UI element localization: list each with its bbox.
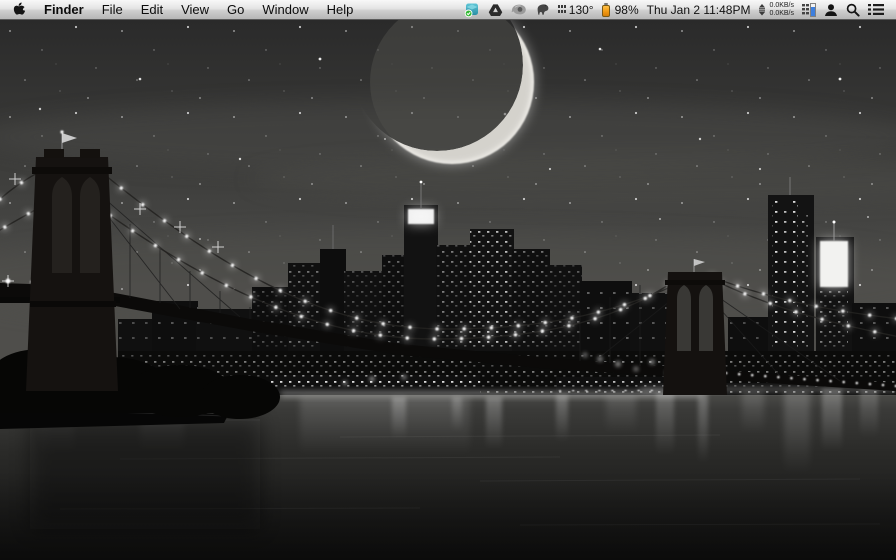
shell-menu-extra[interactable]: [507, 0, 531, 19]
temperature-label: 130°: [569, 3, 594, 17]
clock-label: Thu Jan 2 11:48PM: [647, 3, 751, 17]
menu-finder[interactable]: Finder: [35, 0, 93, 19]
clock-menu-extra[interactable]: Thu Jan 2 11:48PM: [643, 0, 755, 19]
menu-window[interactable]: Window: [253, 0, 317, 19]
menu-view-label: View: [181, 2, 209, 17]
user-icon: [824, 3, 838, 17]
mini-stacked-text-icon: [558, 4, 566, 16]
menu-file[interactable]: File: [93, 0, 132, 19]
spotlight-menu-extra[interactable]: [842, 0, 864, 19]
user-switch-menu-extra[interactable]: [820, 0, 842, 19]
weather-menu-extra[interactable]: 130°: [554, 0, 598, 19]
disk-gauge-menu-extra[interactable]: [798, 0, 820, 19]
battery-icon: [602, 3, 611, 17]
menu-go[interactable]: Go: [218, 0, 253, 19]
notification-center-menu-extra[interactable]: [864, 0, 888, 19]
elephant-icon: [535, 3, 550, 16]
menu-edit-label: Edit: [141, 2, 163, 17]
menu-bar-status: 130° 98% Thu Jan 2 11:48PM 0.0KB/s 0.0KB…: [460, 0, 896, 19]
sync-box-icon: [464, 2, 480, 18]
menu-help[interactable]: Help: [318, 0, 363, 19]
menu-help-label: Help: [327, 2, 354, 17]
drive-menu-extra[interactable]: [484, 0, 507, 19]
menu-view[interactable]: View: [172, 0, 218, 19]
menu-bar: Finder File Edit View Go Window Help: [0, 0, 896, 20]
menu-bar-left: Finder File Edit View Go Window Help: [0, 0, 362, 19]
battery-percent-label: 98%: [615, 3, 639, 17]
network-up-label: 0.0KB/s: [769, 2, 794, 10]
network-menu-extra[interactable]: 0.0KB/s 0.0KB/s: [754, 0, 798, 19]
sync-menu-extra[interactable]: [460, 0, 484, 19]
menu-finder-label: Finder: [44, 2, 84, 17]
search-icon: [846, 3, 860, 17]
apple-icon: [12, 2, 25, 17]
menu-file-label: File: [102, 2, 123, 17]
desktop[interactable]: [0, 19, 896, 560]
google-drive-icon: [488, 3, 503, 17]
menu-window-label: Window: [262, 2, 308, 17]
disk-label-icon: [802, 3, 809, 17]
apple-menu[interactable]: [0, 0, 35, 19]
list-icon: [868, 3, 884, 16]
battery-menu-extra[interactable]: 98%: [598, 0, 643, 19]
disk-usage-bar: [810, 3, 816, 17]
network-updown-icon: [758, 4, 766, 16]
shell-icon: [511, 3, 527, 16]
menu-go-label: Go: [227, 2, 244, 17]
network-down-label: 0.0KB/s: [769, 10, 794, 18]
wallpaper-image: [0, 19, 896, 560]
menu-edit[interactable]: Edit: [132, 0, 172, 19]
evernote-menu-extra[interactable]: [531, 0, 554, 19]
